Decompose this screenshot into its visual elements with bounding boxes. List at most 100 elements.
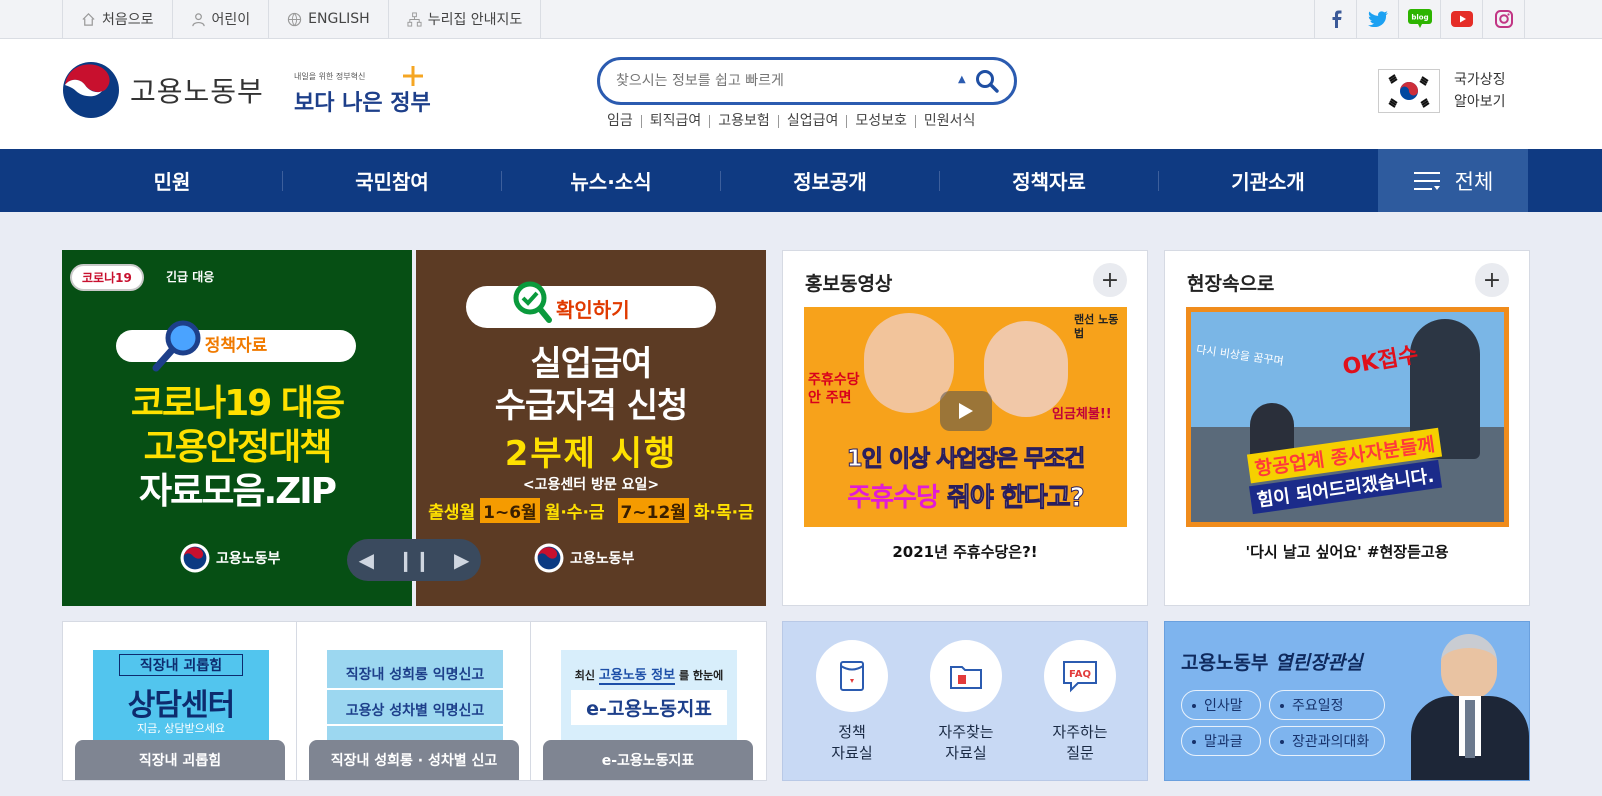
promo-video-thumbnail[interactable]: 주휴수당 안 주면 임금체불!! 랜선 노동법 1인 이상 사업장은 무조건 주… [804,307,1127,527]
minister-schedule-link[interactable]: 주요일정 [1269,690,1385,720]
kids-link[interactable]: 어린이 [173,0,270,38]
book-icon [816,640,888,712]
quick-banner-harassment[interactable]: 직장내 괴롭힘 상담센터 지금, 상담받으세요 직장내 괴롭힘 [63,622,297,780]
nav-news[interactable]: 뉴스·소식 [501,149,721,212]
quick-link-frequent-library[interactable]: 자주찾는자료실 [921,640,1011,764]
quick-banner-group: 직장내 괴롭힘 상담센터 지금, 상담받으세요 직장내 괴롭힘 직장내 성희롱 … [62,621,767,781]
quick-banner-sexual-harassment-report[interactable]: 직장내 성희롱 익명신고 고용상 성차별 익명신고 직장내 성희롱 · 성차별 … [297,622,531,780]
quick-link-policy-label: 정책자료실 [807,722,897,764]
field-card: 현장속으로 + 다시 비상을 꿈꾸며 OK접수 항공업계 종사자분들께 힘이 되… [1164,250,1530,606]
national-symbol-link[interactable]: 국가상징 알아보기 [1378,69,1518,113]
gov-innovation-logo[interactable]: 내일을 위한 정부혁신 보다 나은 정부 [294,65,431,121]
plus-icon: + [1100,267,1120,293]
quick-links-panel: 정책자료실 자주찾는자료실 FAQ 자주하는질문 [782,621,1148,781]
symbol-line2: 알아보기 [1454,94,1506,110]
popular-keywords: 임금 퇴직급여 고용보험 실업급여 모성보호 민원서식 [607,112,983,128]
keyword-link[interactable]: 실업급여 [777,114,847,128]
gov-big-text: 보다 나은 정부 [294,91,431,116]
minister-title-a: 고용노동부 [1181,652,1269,674]
report-button[interactable]: 직장내 성희롱 · 성차별 신고 [309,740,519,780]
harassment-button[interactable]: 직장내 괴롭힘 [75,740,285,780]
nav-participation[interactable]: 국민참여 [282,149,502,212]
folder-icon [930,640,1002,712]
keyword-link[interactable]: 퇴직급여 [640,114,710,128]
nav-policy[interactable]: 정책자료 [939,149,1159,212]
sns-links: blog [1314,0,1525,38]
video-thumb-line1: 1인 이상 사업장은 무조건 [846,446,1086,473]
benefit-sub: <고용센터 방문 요일> [522,477,660,493]
policy-line2: 자료실 [831,744,873,762]
quick-link-faq[interactable]: FAQ 자주하는질문 [1035,640,1125,764]
english-link-label: ENGLISH [308,11,370,27]
sitemap-link-label: 누리집 안내지도 [427,12,523,28]
instagram-link[interactable] [1483,0,1525,38]
nav-information[interactable]: 정보공개 [720,149,940,212]
quick-link-policy-library[interactable]: 정책자료실 [807,640,897,764]
banner2-org-logo: 고용노동부 [534,543,634,573]
svg-text:blog: blog [1411,14,1428,22]
benefit-schedule: 출생월 1~6월 월·수·금 7~12월 화·목·금 [416,498,766,523]
video-thumb-right-text: 임금체불!! [1052,407,1112,422]
check-magnifier-icon [513,281,552,323]
search-options-caret-icon[interactable]: ▲ [958,74,966,85]
site-header: 고용노동부 내일을 위한 정부혁신 보다 나은 정부 ▲ 임금 퇴직급여 고용보… [0,39,1602,149]
menu-icon [1413,171,1440,190]
banner-prev-button[interactable]: ◀ [359,548,374,572]
ministry-logo[interactable]: 고용노동부 [62,61,264,119]
magnifier-icon [152,320,201,372]
minister-photo-tie [1465,700,1475,758]
gov-small-text: 내일을 위한 정부혁신 [294,72,366,81]
keyword-link[interactable]: 모성보호 [846,114,915,128]
faq-icon: FAQ [1044,640,1116,712]
search-icon[interactable] [974,68,1000,94]
svg-text:FAQ: FAQ [1069,669,1091,680]
field-thumbnail[interactable]: 다시 비상을 꿈꾸며 OK접수 항공업계 종사자분들께 힘이 되어드리겠습니다. [1186,307,1509,527]
minister-photo-head [1441,634,1497,700]
promo-video-more-button[interactable]: + [1093,263,1127,297]
nav-about[interactable]: 기관소개 [1158,149,1378,212]
keyword-link[interactable]: 임금 [607,114,641,128]
faq-line1: 자주하는 [1052,723,1108,741]
twitter-icon [1367,11,1388,27]
plus-icon: + [1482,267,1502,293]
minister-photo [1411,634,1529,780]
banner-next-button[interactable]: ▶ [454,548,469,572]
blog-link[interactable]: blog [1399,0,1441,38]
policy-line1: 정책 [838,723,866,741]
keyword-link[interactable]: 민원서식 [914,114,984,128]
frequent-line1: 자주찾는 [938,723,994,741]
sitemap-link[interactable]: 누리집 안내지도 [389,0,542,38]
twitter-link[interactable] [1357,0,1399,38]
minister-speech-link[interactable]: 말과글 [1181,726,1261,756]
report-box-big: 고용상 성차별 익명신고 [327,700,503,726]
minister-greeting-link[interactable]: 인사말 [1181,690,1261,720]
field-caption[interactable]: '다시 날고 싶어요' #현장듣고용 [1165,541,1529,562]
video-thumb-line2b: 줘야 한다고? [947,483,1086,514]
keyword-link[interactable]: 고용보험 [709,114,778,128]
indicator-button[interactable]: e-고용노동지표 [543,740,753,780]
search-input[interactable] [616,70,946,92]
quick-banner-e-indicator[interactable]: 최신 고용노동 정보 를 한눈에 e-고용노동지표 e-고용노동지표 [531,622,767,780]
faq-line2: 질문 [1066,744,1094,762]
field-more-button[interactable]: + [1475,263,1509,297]
promo-video-caption[interactable]: 2021년 주휴수당은?! [783,541,1147,562]
minister-title-b: 열린장관실 [1275,652,1363,674]
video-thumb-line2: 주휴수당 줘야 한다고? [804,477,1127,514]
facebook-icon [1332,10,1341,28]
promo-video-card: 홍보동영상 + 주휴수당 안 주면 임금체불!! 랜선 노동법 1인 이상 사업… [782,250,1148,606]
minister-dialogue-link[interactable]: 장관과의대화 [1269,726,1385,756]
person-icon [191,12,205,26]
frequent-line2: 자료실 [945,744,987,762]
nav-all-menu-button[interactable]: 전체 [1378,149,1528,212]
banner-pause-button[interactable]: ❙❙ [397,548,431,572]
minister-panel: 고용노동부 열린장관실 인사말 주요일정 말과글 장관과의대화 [1164,621,1530,781]
facebook-link[interactable] [1315,0,1357,38]
english-link[interactable]: ENGLISH [269,0,389,38]
banner1-org: 고용노동부 [216,551,281,567]
quick-link-faq-label: 자주하는질문 [1035,722,1125,764]
youtube-link[interactable] [1441,0,1483,38]
utility-links: 처음으로 어린이 ENGLISH 누리집 안내지도 [62,0,542,38]
nav-civil-service[interactable]: 민원 [62,149,282,212]
check-tag-label: 확인하기 [556,298,630,322]
home-link[interactable]: 처음으로 [63,0,173,38]
